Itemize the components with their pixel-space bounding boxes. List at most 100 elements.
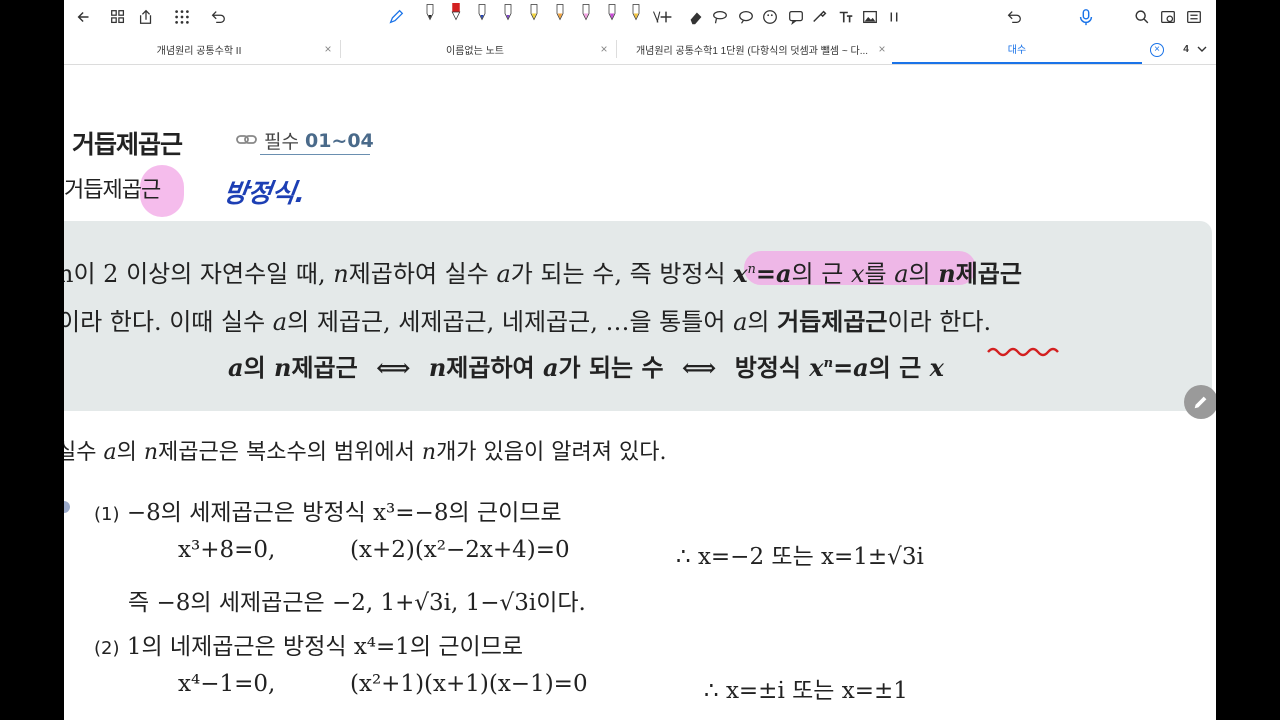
var-x: x — [929, 353, 944, 382]
example-1-question: (1) −8의 세제곱근은 방정식 x³=−8의 근이므로 — [94, 493, 562, 527]
search-icon[interactable] — [1132, 7, 1152, 27]
def-text: 가 되는 수, 즉 — [510, 260, 660, 288]
edit-pencil-button[interactable] — [1184, 385, 1216, 419]
bullet-dot — [64, 501, 70, 513]
var-n: n — [428, 353, 447, 382]
example-2-question: (2) 1의 네제곱근은 방정식 x⁴=1의 근이므로 — [94, 627, 523, 661]
var-n: n — [333, 260, 349, 288]
tab-label: 개념원리 공통수학1 1단원 (다항식의 덧셈과 뺄셈 ~ 다... — [635, 45, 869, 57]
example-1-eq2: (x+2)(x²−2x+4)=0 — [350, 537, 570, 563]
equals-sign: = — [755, 259, 776, 288]
ref-link[interactable]: 필수 01~04 — [236, 127, 374, 154]
layout-icon[interactable] — [1158, 7, 1178, 27]
note-app: 개념원리 공통수학 II × 이름없는 노트 × 개념원리 공통수학1 1단원 … — [64, 0, 1216, 720]
section-title: 거듭제곱근 — [72, 130, 183, 159]
ref-prefix: 필수 — [264, 131, 299, 153]
close-icon[interactable]: × — [598, 43, 610, 55]
laser-icon[interactable] — [810, 7, 830, 27]
pen-purple-icon[interactable] — [498, 2, 518, 22]
redo-icon[interactable] — [1004, 7, 1024, 27]
note-text: 실수 — [64, 440, 97, 465]
example-1-answer: 즉 −8의 세제곱근은 −2, 1+√3i, 1−√3i이다. — [128, 590, 586, 616]
text-icon[interactable] — [836, 7, 856, 27]
pen-blue-icon[interactable] — [472, 2, 492, 22]
sticker-icon[interactable] — [760, 7, 780, 27]
tab-label: 개념원리 공통수학 II — [156, 45, 242, 57]
ref-underline — [260, 154, 370, 155]
image-icon[interactable] — [860, 7, 880, 27]
var-n-exp: n — [823, 356, 834, 371]
var-a: a — [272, 308, 288, 336]
example-text: −8의 세제곱근은 방정식 x³=−8의 근이므로 — [126, 500, 562, 526]
def-text: 제곱하여 — [446, 354, 543, 382]
var-n-exp: n — [747, 262, 756, 277]
var-n: n — [274, 353, 292, 382]
undo-icon[interactable] — [208, 7, 228, 27]
tab-2[interactable]: 개념원리 공통수학1 1단원 (다항식의 덧셈과 뺄셈 ~ 다... — [616, 34, 888, 64]
def-text: 의 근 — [791, 260, 851, 288]
pen-magenta-icon[interactable] — [602, 2, 622, 22]
var-a: a — [542, 353, 559, 382]
pen-pink-icon[interactable] — [576, 2, 596, 22]
tab-0[interactable]: 개념원리 공통수학 II — [64, 34, 334, 64]
def-text: 이라 한다. — [887, 308, 992, 336]
tab-3-active[interactable]: 대수 — [892, 34, 1142, 64]
shape-icon[interactable] — [736, 7, 756, 27]
mic-icon[interactable] — [1076, 7, 1096, 27]
var-a: a — [733, 308, 748, 336]
note-line: 실수 a의 n제곱근은 복소수의 범위에서 n개가 있음이 알려져 있다. — [64, 434, 666, 466]
note-text: 개가 있음이 알려져 있다. — [436, 440, 667, 465]
close-icon[interactable]: × — [322, 43, 334, 55]
var-n: n — [143, 440, 159, 465]
example-2-eq1: x⁴−1=0, — [178, 671, 276, 697]
eraser-icon[interactable] — [686, 7, 706, 27]
subtitle: 거듭제곱근 — [64, 178, 161, 203]
example-text: 1의 네제곱근은 방정식 x⁴=1의 근이므로 — [126, 634, 524, 660]
note-text: 의 — [116, 440, 144, 465]
share-icon[interactable] — [136, 7, 156, 27]
var-n: n — [938, 259, 956, 288]
example-2-eq3: ∴ x=±i 또는 x=±1 — [704, 678, 908, 704]
example-1-eq3: ∴ x=−2 또는 x=1±√3i — [676, 544, 924, 570]
var-a: a — [894, 260, 909, 288]
def-text: 를 — [864, 260, 895, 288]
tab-count[interactable]: 4 — [1178, 34, 1194, 64]
close-icon[interactable]: × — [1150, 43, 1164, 57]
def-keyword: 제곱근 — [955, 260, 1022, 288]
def-text: 의 근 — [868, 354, 930, 382]
def-text: 의 제곱근, 세제곱근, 네제곱근, …을 통틀어 — [287, 308, 734, 336]
note-page[interactable]: 거듭제곱근 필수 01~04 거듭제곱근 방정식. n이 2 이상의 자연수일 … — [64, 65, 1216, 720]
pause-icon[interactable] — [884, 7, 904, 27]
highlighter-icon[interactable] — [626, 2, 646, 22]
red-wave-underline — [987, 347, 1059, 357]
example-2-eq2: (x²+1)(x+1)(x−1)=0 — [350, 671, 588, 697]
def-line-2: 이라 한다. 이때 실수 a의 제곱근, 세제곱근, 네제곱근, …을 통틀어 … — [64, 302, 991, 337]
pen-red-icon[interactable] — [446, 0, 466, 24]
def-line-1: n이 2 이상의 자연수일 때, n제곱하여 실수 a가 되는 수, 즉 방정식… — [64, 254, 1022, 289]
chevron-down-icon[interactable] — [1194, 34, 1210, 64]
link-icon — [236, 130, 258, 152]
tab-1[interactable]: 이름없는 노트 — [340, 34, 610, 64]
more-icon[interactable] — [1184, 7, 1204, 27]
pen-yellow-icon[interactable] — [524, 2, 544, 22]
pen-icon[interactable] — [386, 7, 406, 27]
back-arrow-icon[interactable] — [74, 7, 94, 27]
apps-icon[interactable] — [172, 7, 192, 27]
grid-icon[interactable] — [108, 7, 128, 27]
def-text: 의 — [747, 308, 778, 336]
var-x: x — [809, 353, 824, 382]
pen-orange-icon[interactable] — [550, 2, 570, 22]
pen-black-icon[interactable] — [420, 2, 440, 22]
note-text: 제곱근은 복소수의 범위에서 — [158, 440, 422, 465]
add-icon[interactable] — [656, 7, 676, 27]
pencil-icon — [1194, 396, 1207, 409]
close-icon[interactable]: × — [876, 43, 888, 55]
var-a: a — [228, 353, 244, 382]
comment-icon[interactable] — [786, 7, 806, 27]
iff-arrow: ⟺ — [376, 353, 411, 382]
example-1-eq1: x³+8=0, — [178, 537, 276, 563]
def-text: 방정식 — [659, 260, 734, 288]
lasso-icon[interactable] — [710, 7, 730, 27]
def-keyword: 거듭제곱근 — [777, 308, 888, 336]
equals-sign: = — [833, 353, 854, 382]
